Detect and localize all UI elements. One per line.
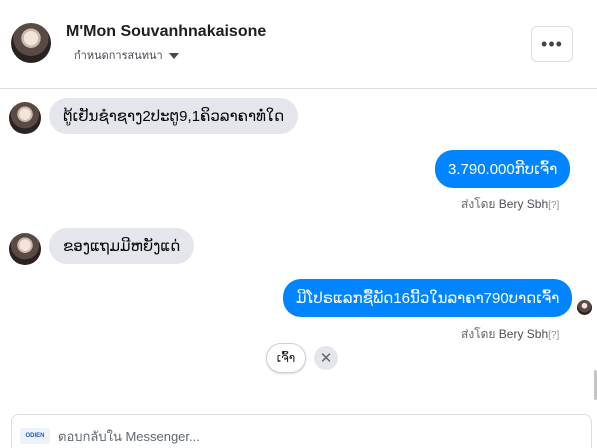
sent-by-label: ส่งโดย Bery Sbh[?] <box>461 195 559 214</box>
conversation-header: M'Mon Souvanhnakaisone กำหนดการสนทนา ••• <box>0 0 597 89</box>
sender-avatar <box>9 102 41 134</box>
sent-by-prefix: ส่งโดย <box>461 327 496 341</box>
seen-receipt-avatar <box>577 300 592 315</box>
more-options-button[interactable]: ••• <box>531 26 573 62</box>
outgoing-message: ມີໂປຣແລກຊື້ພັດ16ນີ້ວໃນລາຄາ790ບາດເຈົ້າ <box>283 279 573 317</box>
sent-by-label: ส่งโดย Bery Sbh[?] <box>461 325 559 344</box>
contact-avatar[interactable] <box>11 23 51 63</box>
caret-down-icon <box>168 52 179 59</box>
conversation-status-label: กำหนดการสนทนา <box>74 50 163 62</box>
sent-by-help[interactable]: [?] <box>548 200 559 211</box>
sent-by-help[interactable]: [?] <box>548 330 559 341</box>
close-icon: ✕ <box>319 350 333 367</box>
contact-name[interactable]: M'Mon Souvanhnakaisone <box>66 23 266 41</box>
incoming-message: ຕູ້ເຢັນຊຳຊາງ2ປະຕູ9,1ຄິວລາຄາທໍ່ໃດ <box>49 98 299 134</box>
outgoing-message: 3.790.000ກີບເຈົ້າ <box>435 150 571 188</box>
sender-avatar <box>9 233 41 265</box>
page-logo-icon: ODIEN <box>20 428 50 444</box>
quick-reply-button[interactable]: ເຈົ້າ <box>266 343 306 373</box>
message-composer: ODIEN <box>11 414 592 448</box>
conversation-status-dropdown[interactable]: กำหนดการสนทนา <box>74 46 179 64</box>
sent-by-prefix: ส่งโดย <box>461 197 496 211</box>
sent-by-name[interactable]: Bery Sbh <box>499 327 548 341</box>
reply-input[interactable] <box>58 429 558 444</box>
sent-by-name[interactable]: Bery Sbh <box>499 197 548 211</box>
dismiss-quick-reply-button[interactable]: ✕ <box>314 346 338 370</box>
incoming-message: ຂອງແຖມມີຫຍັງແດ່ <box>49 228 195 264</box>
